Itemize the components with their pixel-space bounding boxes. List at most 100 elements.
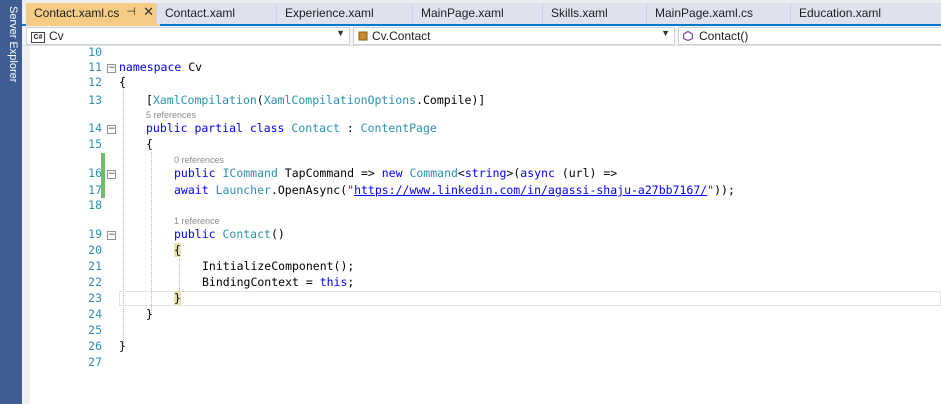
codelens-references[interactable]: 5 references: [146, 109, 196, 121]
keyword: string: [464, 166, 507, 180]
line-number: 14: [88, 121, 102, 135]
chevron-down-icon[interactable]: ▼: [336, 28, 345, 38]
class-dropdown[interactable]: Cv.Contact ▼: [353, 27, 675, 45]
collapse-icon[interactable]: −: [107, 125, 116, 134]
code-line: {: [119, 75, 126, 89]
tab-experience-xaml[interactable]: Experience.xaml: [276, 3, 412, 24]
line-number: 22: [88, 275, 102, 289]
keyword: namespace: [119, 60, 182, 74]
tab-mainpage-xaml[interactable]: MainPage.xaml: [412, 3, 542, 24]
tab-label: MainPage.xaml.cs: [655, 6, 754, 20]
member-dropdown[interactable]: Contact(): [678, 27, 941, 45]
tab-contact-xaml[interactable]: Contact.xaml: [156, 3, 276, 24]
keyword: public: [174, 227, 216, 241]
tab-label: Education.xaml: [799, 6, 882, 20]
keyword: public: [174, 166, 216, 180]
code-text: .Compile)]: [416, 93, 486, 107]
current-line-highlight: [119, 291, 941, 306]
line-number: 24: [88, 307, 102, 321]
code-line: }: [174, 291, 181, 306]
code-line: }: [119, 339, 126, 353]
code-text: (): [270, 227, 285, 241]
tab-label: MainPage.xaml: [421, 6, 504, 20]
navigation-bar: C# Cv ▼ Cv.Contact ▼ Contact(): [22, 26, 941, 46]
pin-icon[interactable]: ⊣: [126, 5, 136, 18]
code-line: public Contact(): [174, 227, 285, 242]
tab-label: Skills.xaml: [551, 6, 608, 20]
brace-match: }: [174, 291, 181, 305]
punct: (: [256, 93, 264, 107]
tab-label: Experience.xaml: [285, 6, 374, 20]
brace-match: {: [174, 243, 181, 257]
line-number: 25: [88, 323, 102, 337]
code-text: .OpenAsync(: [270, 183, 348, 197]
punct: ;: [347, 275, 355, 289]
line-number: 10: [88, 45, 102, 59]
server-explorer-panel[interactable]: Server Explorer: [0, 0, 22, 404]
csharp-file-icon: C#: [31, 32, 45, 43]
punct: <: [457, 166, 465, 180]
collapse-icon[interactable]: −: [107, 170, 116, 179]
code-line: namespace Cv: [119, 60, 202, 75]
tab-label: Contact.xaml: [165, 6, 236, 20]
tab-label: Contact.xaml.cs: [34, 6, 120, 20]
project-name: Cv: [49, 29, 64, 43]
punct: [: [146, 93, 153, 107]
code-text: TapCommand =>: [277, 166, 382, 180]
type-name: ICommand: [222, 166, 278, 180]
line-number: 17: [88, 183, 102, 197]
tab-mainpage-xaml-cs[interactable]: MainPage.xaml.cs: [646, 3, 790, 24]
chevron-down-icon[interactable]: ▼: [661, 28, 670, 38]
line-number: 23: [88, 291, 102, 305]
line-number: 11: [88, 60, 102, 74]
code-line: {: [174, 243, 181, 258]
type-name: Command: [409, 166, 458, 180]
codelens-references[interactable]: 1 reference: [174, 215, 220, 227]
code-text: (url) =>: [554, 166, 618, 180]
code-text: BindingContext =: [202, 275, 320, 289]
collapse-icon[interactable]: −: [107, 231, 116, 240]
tab-contact-xaml-cs[interactable]: Contact.xaml.cs ⊣ ✕: [26, 3, 160, 26]
document-tab-strip: Contact.xaml.cs ⊣ ✕ Contact.xaml Experie…: [22, 0, 941, 26]
line-number: 26: [88, 339, 102, 353]
code-text: :: [339, 121, 361, 135]
namespace-name: Cv: [181, 60, 203, 74]
type-name: ContentPage: [360, 121, 437, 135]
url-link[interactable]: https://www.linkedin.com/in/agassi-shaju…: [354, 183, 707, 197]
type-name: XamlCompilationOptions: [263, 93, 417, 107]
codelens-references[interactable]: 0 references: [174, 154, 224, 166]
line-number: 13: [88, 93, 102, 107]
change-indicator: [101, 153, 105, 198]
project-dropdown[interactable]: C# Cv ▼: [26, 27, 350, 45]
close-icon[interactable]: ✕: [143, 4, 154, 20]
line-number: 12: [88, 75, 102, 89]
tab-skills-xaml[interactable]: Skills.xaml: [542, 3, 646, 24]
code-line: }: [146, 307, 153, 321]
line-number: 19: [88, 227, 102, 241]
code-line: public ICommand TapCommand => new Comman…: [174, 166, 617, 181]
type-name: Contact: [291, 121, 340, 135]
type-name: XamlCompilation: [152, 93, 257, 107]
code-line: {: [146, 137, 153, 151]
code-text: ));: [714, 183, 735, 197]
collapse-icon[interactable]: −: [107, 64, 116, 73]
editor-margin: [22, 46, 30, 404]
line-number: 20: [88, 243, 102, 257]
method-icon: [683, 31, 693, 41]
line-number: 15: [88, 137, 102, 151]
line-number: 27: [88, 355, 102, 369]
member-name: Contact(): [699, 29, 749, 43]
keyword: new: [381, 166, 403, 180]
code-line: InitializeComponent();: [202, 259, 355, 273]
server-explorer-label[interactable]: Server Explorer: [3, 6, 19, 126]
tab-education-xaml[interactable]: Education.xaml: [790, 3, 941, 24]
line-number: 16: [88, 166, 102, 180]
line-number: 21: [88, 259, 102, 273]
code-editor[interactable]: 10 11 12 13 14 15 16 17 18 19 20 21 22 2…: [22, 45, 941, 404]
code-line: BindingContext = this;: [202, 275, 354, 290]
keyword: await: [174, 183, 209, 197]
class-icon: [358, 31, 368, 41]
code-line: await Launcher.OpenAsync("https://www.li…: [174, 183, 735, 198]
keyword: public partial class: [146, 121, 285, 135]
